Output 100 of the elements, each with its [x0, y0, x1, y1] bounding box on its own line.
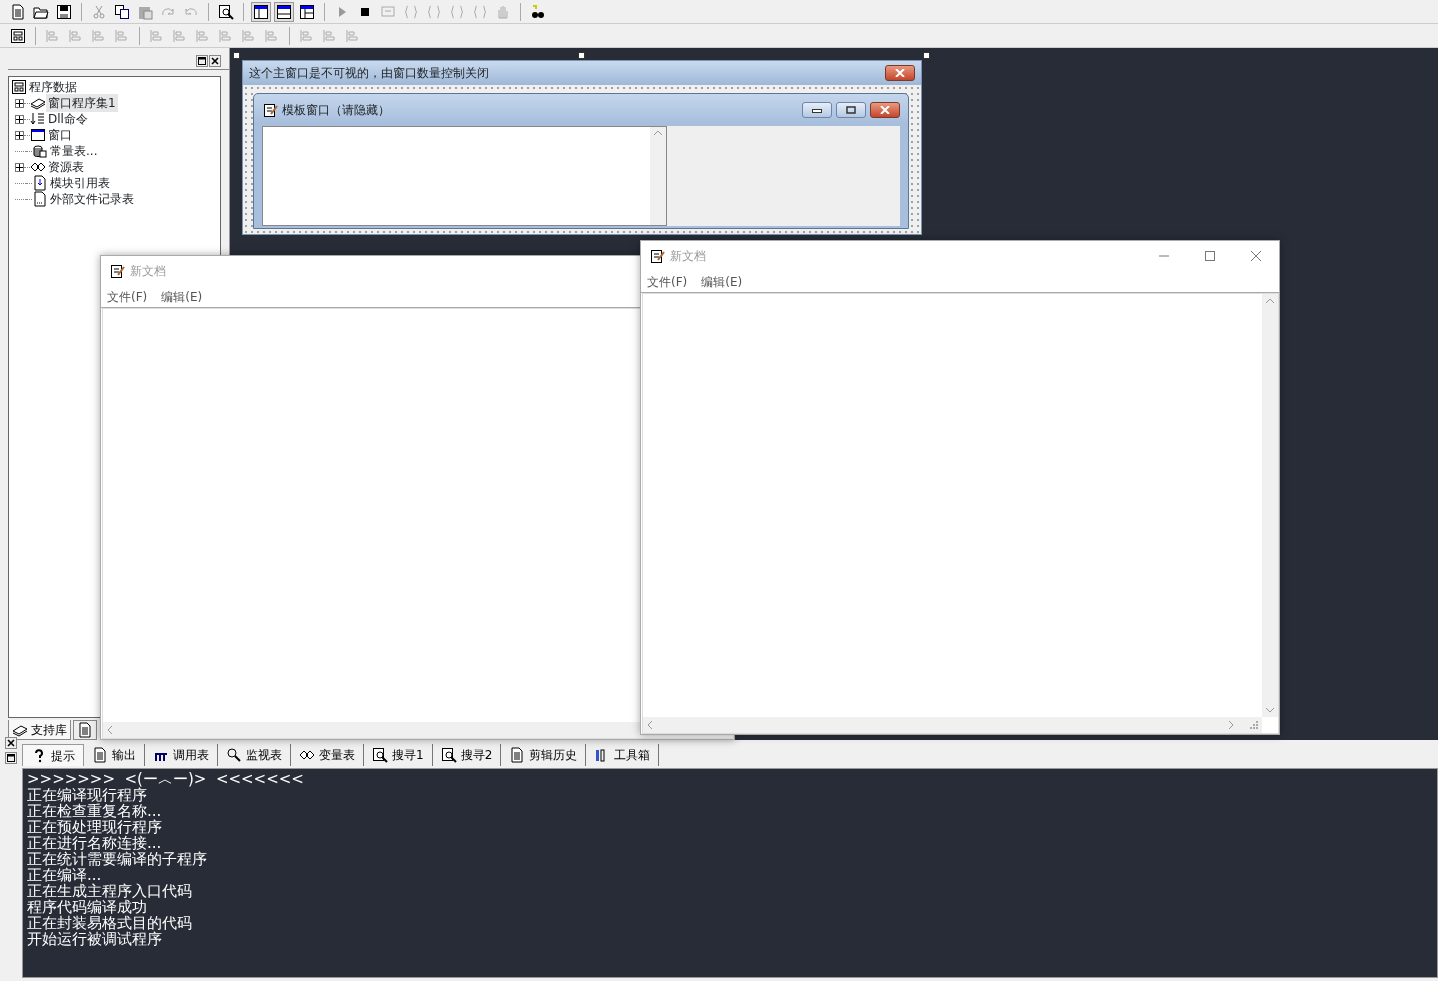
- panel-tab[interactable]: 调用表: [145, 744, 218, 766]
- align-icon[interactable]: [149, 27, 165, 44]
- menu-item[interactable]: 文件(F): [107, 287, 148, 306]
- page-icon: [509, 747, 526, 763]
- output-line: 正在封装易格式目的代码: [27, 915, 193, 931]
- output-line: 正在检查重复名称...: [27, 803, 163, 819]
- maximize-button[interactable]: [836, 102, 866, 118]
- align-icon[interactable]: [68, 27, 84, 44]
- tree-item[interactable]: 窗口: [46, 126, 74, 144]
- hand-icon[interactable]: [495, 3, 511, 20]
- panel-tab[interactable]: [73, 720, 97, 740]
- layout-icon[interactable]: [299, 3, 315, 20]
- close-icon: [895, 69, 905, 77]
- menu-item[interactable]: 文件(F): [647, 272, 688, 291]
- page-icon[interactable]: [10, 3, 26, 20]
- tree-item[interactable]: 资源表: [46, 158, 86, 176]
- menu-item[interactable]: 编辑(E): [161, 287, 203, 306]
- restore-icon: [198, 56, 206, 65]
- tree-item[interactable]: 外部文件记录表: [48, 190, 136, 208]
- notepad-icon: [262, 102, 278, 118]
- scissors-icon[interactable]: [91, 3, 107, 20]
- close-button[interactable]: [209, 54, 221, 67]
- resize-grip-icon[interactable]: [1250, 721, 1258, 729]
- output-line: 正在统计需要编译的子程序: [27, 851, 208, 867]
- binoculars-icon[interactable]: [530, 3, 546, 20]
- magnifier-page-icon[interactable]: [218, 3, 234, 20]
- expand-toggle[interactable]: [15, 130, 24, 140]
- scrollbar[interactable]: [650, 127, 666, 225]
- window-title: 模板窗口（请隐藏）: [282, 102, 390, 119]
- resize-handle[interactable]: [233, 52, 240, 59]
- window-title: 新文档: [130, 263, 166, 280]
- panel-tab[interactable]: 变量表: [291, 744, 364, 766]
- form-icon[interactable]: [10, 27, 26, 44]
- panel-tab[interactable]: 工具箱: [586, 744, 660, 766]
- import-page-icon: [32, 175, 48, 191]
- align-icon[interactable]: [345, 27, 361, 44]
- align-icon[interactable]: [218, 27, 234, 44]
- minimize-button[interactable]: [802, 102, 832, 118]
- restore-button[interactable]: [196, 54, 208, 67]
- panel-tab[interactable]: 剪辑历史: [501, 744, 587, 766]
- expand-toggle[interactable]: [15, 98, 24, 108]
- output-line: 正在进行名称连接...: [27, 835, 163, 851]
- panel-tab[interactable]: 监视表: [218, 744, 291, 766]
- tree-item[interactable]: 常量表...: [48, 142, 100, 160]
- restore-button[interactable]: [5, 752, 17, 764]
- close-icon: [211, 56, 219, 65]
- scrollbar[interactable]: [1262, 294, 1278, 717]
- output-line: 正在编译...: [27, 867, 102, 883]
- layout-icon[interactable]: [253, 3, 269, 20]
- notepad-icon: [649, 248, 665, 264]
- close-button[interactable]: [885, 65, 915, 81]
- output-line: 开始运行被调试程序: [27, 931, 163, 947]
- magnifier-page-icon: [372, 747, 388, 763]
- output-line: 程序代码编译成功: [27, 899, 148, 915]
- align-icon[interactable]: [172, 27, 188, 44]
- window-icon: [30, 127, 46, 143]
- step-icon[interactable]: [380, 3, 396, 20]
- close-button[interactable]: [870, 102, 900, 118]
- align-icon[interactable]: [299, 27, 315, 44]
- menu-item[interactable]: 编辑(E): [701, 272, 743, 291]
- expand-toggle[interactable]: [15, 114, 24, 124]
- align-icon[interactable]: [322, 27, 338, 44]
- panel-tab[interactable]: 提示: [22, 744, 84, 766]
- output-line: 正在生成主程序入口代码: [27, 883, 193, 899]
- resize-handle[interactable]: [578, 52, 585, 59]
- layout-icon[interactable]: [276, 3, 292, 20]
- braces-icon[interactable]: [449, 3, 465, 20]
- align-icon[interactable]: [241, 27, 257, 44]
- tree-item[interactable]: Dll命令: [46, 110, 90, 128]
- braces-icon[interactable]: [472, 3, 488, 20]
- window-title: 这个主窗口是不可视的，由窗口数量控制关闭: [249, 65, 489, 82]
- resize-handle[interactable]: [923, 52, 930, 59]
- maximize-icon: [1205, 251, 1215, 261]
- close-icon: [1251, 251, 1261, 261]
- tree-item[interactable]: 程序数据: [27, 78, 79, 96]
- scrollbar[interactable]: [643, 717, 1262, 733]
- align-icon[interactable]: [114, 27, 130, 44]
- panel-tab[interactable]: 搜寻2: [432, 744, 502, 766]
- tree-item[interactable]: 窗口程序集1: [46, 94, 118, 112]
- align-icon[interactable]: [45, 27, 61, 44]
- page-icon: [77, 722, 93, 738]
- notepad-icon: [109, 263, 125, 279]
- form-icon: [11, 79, 27, 95]
- minimize-icon: [812, 107, 822, 113]
- braces-icon[interactable]: [426, 3, 442, 20]
- copy-icon[interactable]: [114, 3, 130, 20]
- close-icon: [880, 106, 890, 114]
- save-icon[interactable]: [56, 3, 72, 20]
- close-button[interactable]: [5, 737, 17, 749]
- align-icon[interactable]: [195, 27, 211, 44]
- tree-item[interactable]: 模块引用表: [48, 174, 112, 192]
- expand-toggle[interactable]: [15, 162, 24, 172]
- panel-tab[interactable]: 支持库: [8, 720, 71, 740]
- braces-icon[interactable]: [403, 3, 419, 20]
- align-icon[interactable]: [264, 27, 280, 44]
- panel-tab[interactable]: 输出: [84, 744, 145, 766]
- panel-tab[interactable]: 搜寻1: [364, 744, 433, 766]
- page-icon: [92, 747, 108, 763]
- align-icon[interactable]: [91, 27, 107, 44]
- restore-icon: [7, 754, 15, 762]
